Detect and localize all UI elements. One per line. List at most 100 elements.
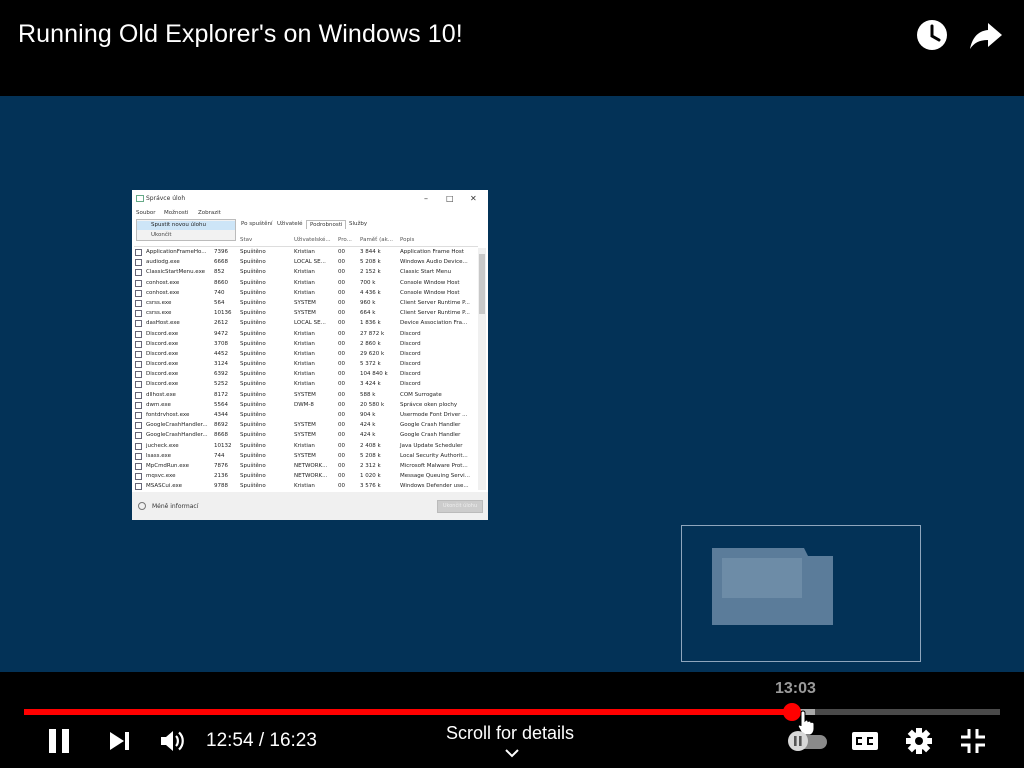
process-icon [135, 462, 142, 470]
process-cell: Spuštěno [240, 259, 266, 266]
process-cell: 564 [214, 299, 225, 306]
process-icon [135, 422, 142, 430]
progress-bar[interactable] [24, 709, 1000, 715]
process-row: jucheck.exe 10132 Spuštěno Kristian 00 2 408 … [134, 442, 478, 452]
share-arrow-icon[interactable] [968, 17, 1004, 53]
process-cell: 00 [338, 391, 345, 398]
process-row: Discord.exe 6392 Spuštěno Kristian 00 104 840… [134, 370, 478, 380]
process-cell: Discord [400, 381, 421, 388]
process-cell: NETWORK... [294, 473, 328, 480]
process-cell: 00 [338, 401, 345, 408]
process-row: conhost.exe 740 Spuštěno Kristian 00 4 436 k C… [134, 289, 478, 299]
exit-fullscreen-icon[interactable] [960, 728, 986, 754]
process-row: ClassicStartMenu.exe 852 Spuštěno Kristian 0… [134, 268, 478, 278]
process-cell: Spuštěno [240, 289, 266, 296]
process-cell: Kristian [294, 442, 315, 449]
captions-icon[interactable] [851, 729, 879, 753]
gear-icon[interactable] [905, 727, 933, 755]
process-cell: Discord.exe [146, 350, 179, 357]
process-cell: Kristian [294, 340, 315, 347]
pause-icon[interactable] [47, 728, 71, 754]
process-cell: 00 [338, 473, 345, 480]
process-icon [135, 310, 142, 318]
process-cell: 5 372 k [360, 361, 381, 368]
title-bar: Running Old Explorer's on Windows 10! [0, 0, 1024, 96]
process-cell: MSASCui.exe [146, 483, 182, 490]
process-cell: 8172 [214, 391, 228, 398]
process-icon [135, 361, 142, 369]
process-cell: 7396 [214, 249, 228, 255]
process-cell: 00 [338, 269, 345, 276]
clock-icon[interactable] [914, 17, 950, 53]
process-cell: conhost.exe [146, 289, 180, 296]
column-header: Pro... [338, 237, 352, 243]
process-cell: Client Server Runtime P... [400, 310, 470, 317]
task-manager-menubar: Soubor Možnosti Zobrazit [132, 208, 488, 219]
process-cell: Discord.exe [146, 361, 179, 368]
process-cell: Spuštěno [240, 350, 266, 357]
process-cell: Microsoft Malware Prot... [400, 462, 468, 469]
task-manager-footer: Méně informací Ukončit úlohu [132, 492, 488, 520]
process-cell: Spuštěno [240, 330, 266, 337]
process-cell: 00 [338, 371, 345, 378]
chevron-up-icon [138, 502, 146, 510]
process-row: mqsvc.exe 2136 Spuštěno NETWORK... 00 1 020 k… [134, 472, 478, 482]
process-cell: 4 436 k [360, 289, 381, 296]
process-row: GoogleCrashHandler... 8692 Spuštěno SYSTEM 0… [134, 421, 478, 431]
process-cell: 3 576 k [360, 483, 381, 490]
process-icon [135, 279, 142, 287]
process-cell: 5 208 k [360, 259, 381, 266]
volume-icon[interactable] [160, 729, 186, 753]
process-cell: Kristian [294, 381, 315, 388]
chevron-down-icon[interactable] [505, 748, 519, 758]
close-icon: ✕ [470, 194, 477, 203]
process-cell: 27 872 k [360, 330, 385, 337]
process-cell: 7876 [214, 462, 228, 469]
process-cell: Google Crash Handler [400, 432, 461, 439]
task-manager-titlebar: Správce úloh – □ ✕ [132, 190, 488, 208]
process-cell: 8660 [214, 279, 228, 286]
process-row: dllhost.exe 8172 Spuštěno SYSTEM 00 588 k COM … [134, 391, 478, 401]
process-cell: 10132 [214, 442, 232, 449]
process-cell: Spuštěno [240, 483, 266, 490]
fewer-details-link: Méně informací [152, 503, 199, 510]
process-cell: 00 [338, 442, 345, 449]
process-cell: SYSTEM [294, 391, 316, 398]
process-cell: LOCAL SE... [294, 320, 326, 327]
scroll-for-details[interactable]: Scroll for details [446, 723, 574, 744]
process-icon [135, 350, 142, 358]
process-cell: ApplicationFrameHo... [146, 249, 207, 255]
process-cell: fontdrvhost.exe [146, 412, 190, 418]
column-header: Stav [240, 237, 253, 243]
tab-startup: Po spuštění [241, 221, 273, 227]
video-frame[interactable]: Správce úloh – □ ✕ Soubor Možnosti Zobra… [0, 96, 1024, 672]
process-cell: Spuštěno [240, 412, 266, 418]
process-cell: Application Frame Host [400, 249, 464, 255]
process-cell: csrss.exe [146, 310, 172, 317]
process-cell: Spuštěno [240, 249, 266, 255]
dropdown-item-new-task: Spustit novou úlohu [137, 221, 235, 230]
process-cell: Spuštěno [240, 269, 266, 276]
next-icon[interactable] [109, 731, 131, 751]
process-cell: Windows Audio Device... [400, 259, 468, 266]
end-task-button: Ukončit úlohu [437, 500, 483, 513]
process-cell: SYSTEM [294, 299, 316, 306]
autoplay-toggle-icon[interactable] [787, 730, 829, 752]
process-cell: 00 [338, 462, 345, 469]
process-cell: 3124 [214, 361, 228, 368]
process-cell: 4344 [214, 412, 228, 418]
process-cell: Discord [400, 340, 421, 347]
process-cell: 1 020 k [360, 473, 381, 480]
video-title[interactable]: Running Old Explorer's on Windows 10! [18, 20, 463, 49]
process-cell: 00 [338, 422, 345, 429]
process-icon [135, 473, 142, 481]
process-cell: 00 [338, 330, 345, 337]
process-list-scrollbar [478, 248, 486, 490]
process-cell: 2 312 k [360, 462, 381, 469]
process-icon [135, 442, 142, 450]
process-row: csrss.exe 10136 Spuštěno SYSTEM 00 664 k Clien… [134, 309, 478, 319]
process-cell: SYSTEM [294, 452, 316, 459]
process-cell: 424 k [360, 432, 376, 439]
process-row: csrss.exe 564 Spuštěno SYSTEM 00 960 k Client … [134, 299, 478, 309]
process-row: Discord.exe 3124 Spuštěno Kristian 00 5 372 k… [134, 360, 478, 370]
